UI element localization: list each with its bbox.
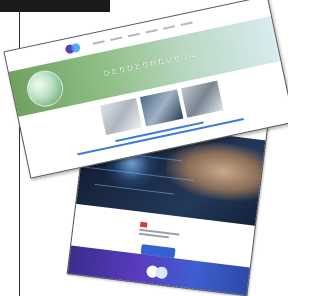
notice-block: [138, 221, 200, 247]
product-photo: [140, 89, 183, 127]
brand-logo-icon: [64, 42, 83, 55]
photo-scene: ひとりひとりがたいせつに: [0, 0, 288, 296]
nav-item[interactable]: [162, 25, 176, 30]
brand-logo-icon: [145, 263, 170, 280]
globe-image: [23, 67, 67, 110]
product-photo: [99, 97, 143, 135]
product-photo: [180, 80, 224, 118]
nav-item[interactable]: [180, 21, 193, 27]
nav-item[interactable]: [145, 29, 158, 34]
corner-bar: [0, 0, 110, 12]
hero-title: ひとりひとりがたいせつに: [102, 50, 198, 79]
nav-item[interactable]: [92, 40, 105, 45]
notice-icon: [139, 221, 148, 228]
nav-item[interactable]: [110, 36, 123, 41]
nav-item[interactable]: [127, 32, 140, 38]
